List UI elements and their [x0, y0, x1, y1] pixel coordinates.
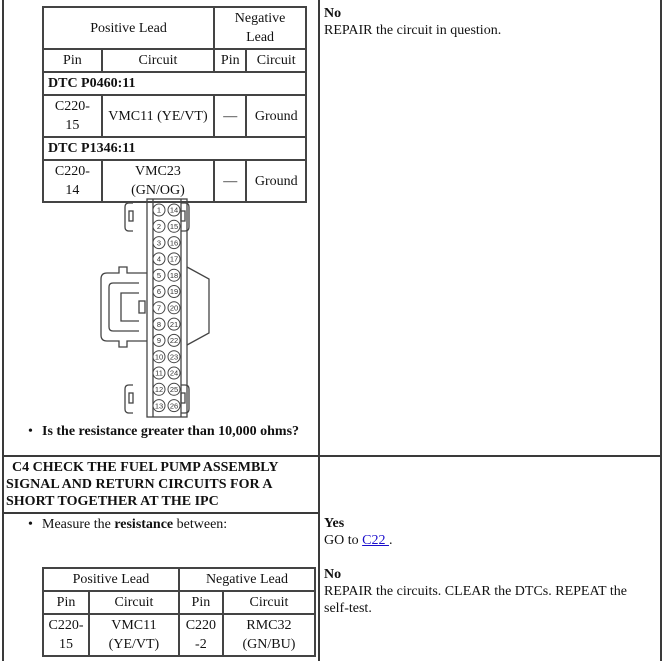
- c3-no-result: No REPAIR the circuit in question.: [324, 5, 501, 39]
- cell-pin: C220-2: [177, 613, 224, 657]
- connector-c220-diagram: 1234567891011121314151617181920212223242…: [100, 198, 210, 418]
- c4-lead-table: Positive Lead Negative Lead Pin Circuit …: [42, 567, 317, 657]
- no-action: REPAIR the circuits. CLEAR the DTCs. REP…: [324, 584, 627, 616]
- pin-23-label: 23: [170, 352, 178, 361]
- instruction-bold: resistance: [114, 517, 174, 532]
- col-circuit: Circuit: [221, 590, 317, 615]
- pin-26-label: 26: [170, 401, 178, 410]
- instruction-suffix: between:: [173, 517, 228, 532]
- table-border-right: [660, 0, 662, 661]
- pin-17-label: 17: [170, 255, 178, 264]
- pin-1-label: 1: [157, 206, 161, 215]
- no-action: REPAIR the circuit in question.: [324, 23, 502, 38]
- column-divider: [318, 0, 320, 661]
- question-item: Is the resistance greater than 10,000 oh…: [26, 423, 316, 440]
- pin-11-label: 11: [155, 369, 163, 378]
- pin-19-label: 19: [170, 287, 178, 296]
- table-row: C220-15 VMC11 (YE/VT) C220-2 RMC32 (GN/B…: [42, 613, 317, 657]
- row-divider-c4-title: [2, 512, 320, 514]
- dtc-label: DTC P1346:11: [42, 136, 307, 161]
- col-pin: Pin: [177, 590, 224, 615]
- pin-24-label: 24: [170, 369, 178, 378]
- yes-action-suffix: .: [388, 533, 393, 548]
- goto-c22-link[interactable]: C22: [362, 533, 389, 548]
- pin-18-label: 18: [170, 271, 178, 280]
- pin-22-label: 22: [170, 336, 178, 345]
- pin-12-label: 12: [155, 385, 163, 394]
- instruction-prefix: Measure the: [42, 517, 115, 532]
- c4-title-text: C4 CHECK THE FUEL PUMP ASSEMBLY SIGNAL A…: [6, 460, 278, 509]
- pin-25-label: 25: [170, 385, 178, 394]
- pin-3-label: 3: [157, 238, 161, 247]
- header-positive-lead: Positive Lead: [42, 567, 180, 592]
- pin-13-label: 13: [155, 401, 163, 410]
- cell-circuit: RMC32 (GN/BU): [221, 613, 317, 657]
- header-negative-lead: Negative Lead: [213, 6, 307, 50]
- c4-instruction-list: Measure the resistance between:: [26, 516, 316, 533]
- no-label: No: [324, 567, 342, 582]
- cell-circuit: Ground: [245, 159, 307, 203]
- pin-20-label: 20: [170, 304, 178, 313]
- pin-2-label: 2: [157, 222, 161, 231]
- pin-15-label: 15: [170, 222, 178, 231]
- pin-6-label: 6: [157, 287, 161, 296]
- pin-14-label: 14: [170, 206, 178, 215]
- c3-lead-table: Positive Lead Negative Lead Pin Circuit …: [41, 6, 307, 203]
- col-circuit: Circuit: [100, 48, 216, 73]
- pin-10-label: 10: [155, 352, 163, 361]
- table-row: C220-14 VMC23 (GN/OG) — Ground: [42, 159, 307, 203]
- header-negative-lead: Negative Lead: [177, 567, 317, 592]
- header-positive-lead: Positive Lead: [41, 6, 216, 50]
- row-divider-c3-c4: [2, 455, 662, 457]
- col-pin: Pin: [42, 48, 103, 73]
- instruction-item: Measure the resistance between:: [26, 516, 316, 533]
- table-row: C220-15 VMC11 (YE/VT) — Ground: [42, 94, 307, 138]
- col-circuit: Circuit: [88, 590, 180, 615]
- pin-4-label: 4: [157, 255, 161, 264]
- cell-circuit: VMC23 (GN/OG): [100, 159, 216, 203]
- c4-yes-result: Yes GO to C22 .: [324, 515, 392, 549]
- pin-16-label: 16: [170, 238, 178, 247]
- no-label: No: [324, 6, 342, 21]
- cell-circuit: VMC11 (YE/VT): [100, 94, 216, 138]
- pin-9-label: 9: [157, 336, 161, 345]
- cell-pin: C220-14: [42, 159, 103, 203]
- dtc-label: DTC P0460:11: [42, 71, 307, 96]
- cell-pin: C220-15: [42, 613, 90, 657]
- table-border-left: [2, 0, 4, 661]
- pin-7-label: 7: [157, 304, 161, 313]
- col-pin: Pin: [42, 590, 90, 615]
- pin-8-label: 8: [157, 320, 161, 329]
- c3-question-list: Is the resistance greater than 10,000 oh…: [26, 423, 316, 440]
- col-pin: Pin: [213, 48, 248, 73]
- cell-circuit: Ground: [245, 94, 307, 138]
- cell-pin: C220-15: [42, 94, 103, 138]
- cell-pin: —: [213, 94, 248, 138]
- question-text: Is the resistance greater than 10,000 oh…: [42, 424, 300, 439]
- cell-circuit: VMC11 (YE/VT): [88, 613, 180, 657]
- col-circuit: Circuit: [245, 48, 307, 73]
- cell-pin: —: [213, 159, 248, 203]
- pin-5-label: 5: [157, 271, 161, 280]
- c4-step-title: C4 CHECK THE FUEL PUMP ASSEMBLY SIGNAL A…: [6, 459, 306, 510]
- pin-21-label: 21: [170, 320, 178, 329]
- yes-action-prefix: GO to: [324, 533, 363, 548]
- c4-no-result: No REPAIR the circuits. CLEAR the DTCs. …: [324, 566, 654, 617]
- yes-label: Yes: [324, 516, 345, 531]
